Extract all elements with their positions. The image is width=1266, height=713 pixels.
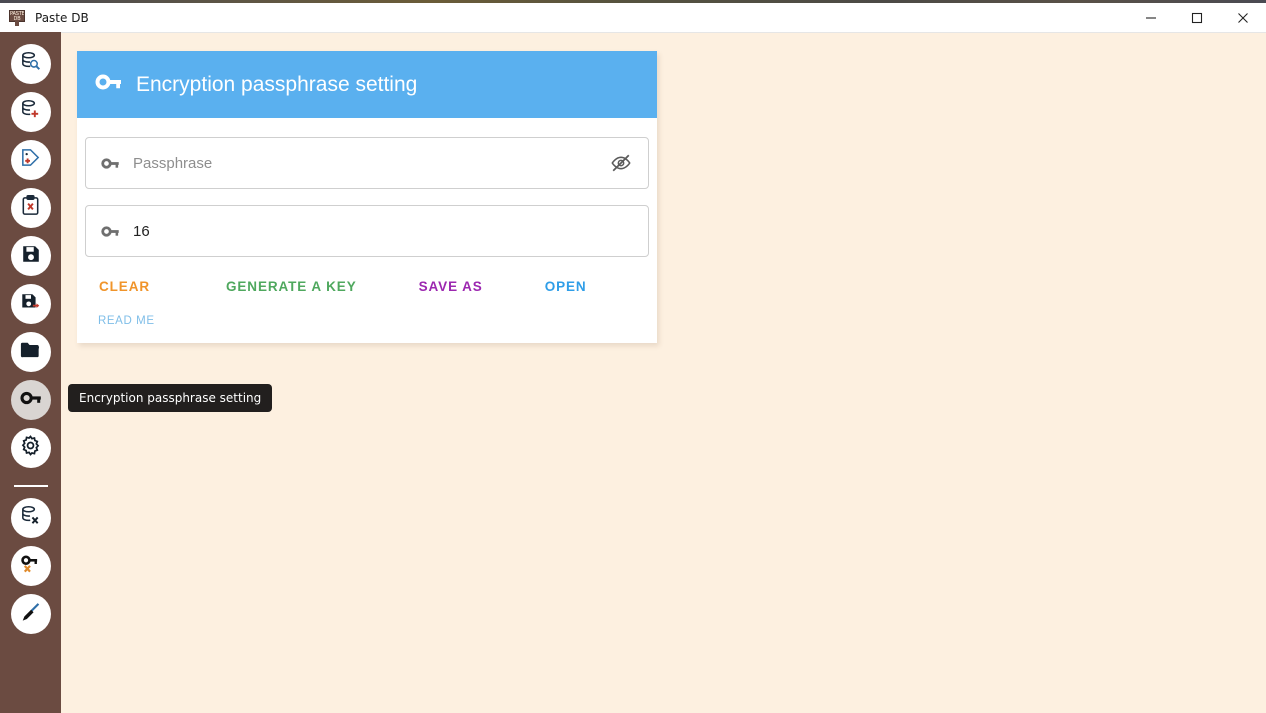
sidebar-item-encryption-passphrase[interactable] bbox=[10, 380, 51, 420]
paste-db-sign-icon: PASTE DB bbox=[9, 9, 25, 26]
key-icon bbox=[100, 153, 121, 174]
key-length-input[interactable]: 16 bbox=[85, 205, 649, 257]
open-button[interactable]: OPEN bbox=[545, 273, 587, 300]
gear-icon bbox=[19, 434, 42, 462]
sidebar-item-add-tag[interactable] bbox=[10, 140, 51, 180]
key-delete-icon bbox=[19, 552, 42, 580]
sidebar-item-clear-clipboard[interactable] bbox=[10, 188, 51, 228]
clear-button[interactable]: CLEAR bbox=[99, 273, 150, 300]
sidebar-item-delete-database[interactable] bbox=[10, 498, 51, 538]
floppy-save-icon bbox=[20, 243, 42, 270]
save-as-button[interactable]: SAVE AS bbox=[419, 273, 483, 300]
database-add-icon bbox=[19, 98, 42, 126]
sidebar-item-settings[interactable] bbox=[10, 428, 51, 468]
clipboard-x-icon bbox=[19, 194, 42, 222]
read-me-row: READ ME bbox=[85, 311, 649, 335]
encryption-passphrase-card: Encryption passphrase setting Passphrase bbox=[77, 51, 657, 343]
minimize-icon[interactable] bbox=[1128, 3, 1174, 32]
close-icon[interactable] bbox=[1220, 3, 1266, 32]
broom-icon bbox=[19, 600, 42, 628]
sidebar-item-search-database[interactable] bbox=[10, 44, 51, 84]
sidebar-item-save-as[interactable] bbox=[10, 284, 51, 324]
folder-open-icon bbox=[19, 338, 42, 366]
tag-add-icon bbox=[19, 146, 42, 174]
window-controls bbox=[1128, 3, 1266, 32]
database-delete-icon bbox=[19, 504, 42, 532]
card-body: Passphrase 16 CLEAR GENERATE A KEY SAVE … bbox=[77, 118, 657, 343]
sidebar bbox=[0, 32, 61, 713]
key-icon bbox=[100, 221, 121, 242]
passphrase-placeholder: Passphrase bbox=[133, 154, 213, 172]
generate-a-key-button[interactable]: GENERATE A KEY bbox=[226, 273, 357, 300]
key-icon bbox=[94, 67, 124, 102]
sidebar-item-delete-key[interactable] bbox=[10, 546, 51, 586]
sidebar-item-open-file[interactable] bbox=[10, 332, 51, 372]
key-icon bbox=[19, 386, 43, 415]
eye-off-icon[interactable] bbox=[606, 148, 636, 178]
card-actions: CLEAR GENERATE A KEY SAVE AS OPEN bbox=[85, 273, 649, 300]
database-search-icon bbox=[19, 50, 42, 78]
title-bar: PASTE DB Paste DB bbox=[0, 3, 1266, 33]
sidebar-item-clean[interactable] bbox=[10, 594, 51, 634]
passphrase-input[interactable]: Passphrase bbox=[85, 137, 649, 189]
read-me-button[interactable]: READ ME bbox=[98, 313, 155, 329]
window-title: Paste DB bbox=[35, 10, 89, 25]
maximize-icon[interactable] bbox=[1174, 3, 1220, 32]
page-title: Encryption passphrase setting bbox=[136, 72, 418, 96]
sidebar-item-save[interactable] bbox=[10, 236, 51, 276]
card-header: Encryption passphrase setting bbox=[77, 51, 657, 118]
sidebar-item-add-database[interactable] bbox=[10, 92, 51, 132]
floppy-save-as-icon bbox=[20, 291, 42, 318]
sidebar-tooltip: Encryption passphrase setting bbox=[68, 384, 273, 412]
app-window: PASTE DB Paste DB Encryption passphrase … bbox=[0, 0, 1266, 713]
key-length-value: 16 bbox=[133, 222, 150, 240]
sidebar-divider bbox=[13, 485, 48, 487]
